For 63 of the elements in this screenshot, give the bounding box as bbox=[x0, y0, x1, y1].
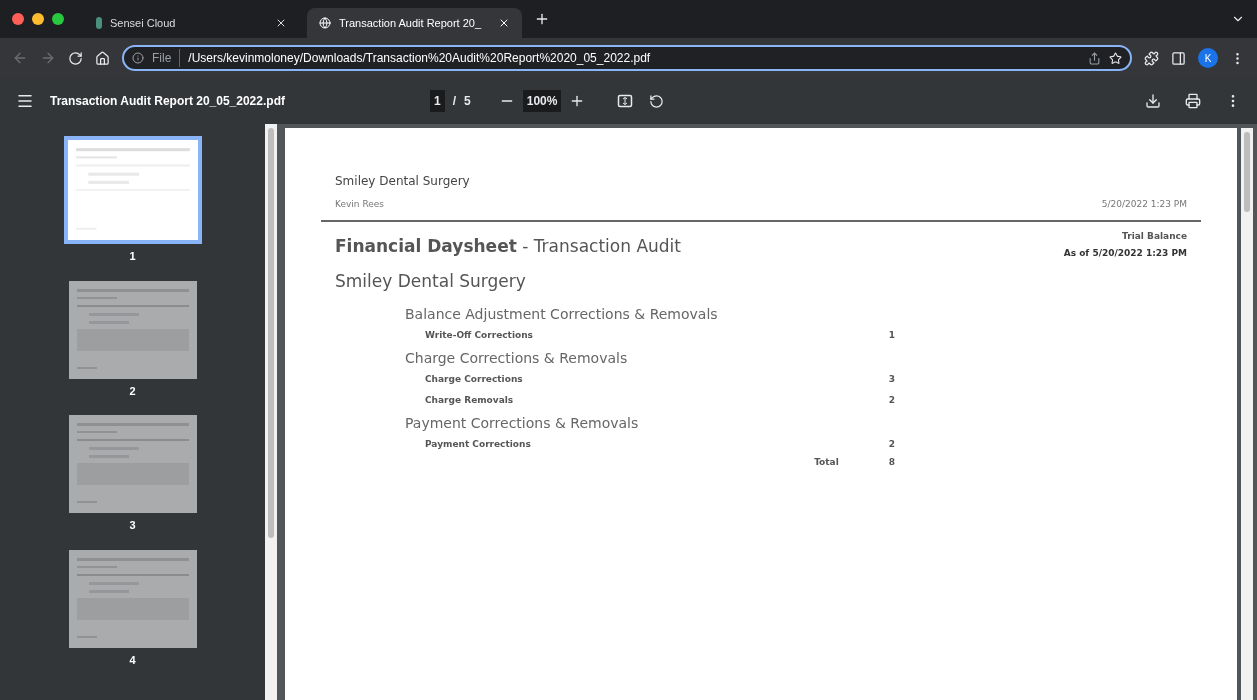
page-number: 3 bbox=[129, 518, 136, 533]
side-panel-icon[interactable] bbox=[1171, 50, 1186, 66]
fit-page-icon[interactable] bbox=[617, 93, 634, 109]
share-icon[interactable] bbox=[1088, 51, 1101, 65]
page-thumbnail[interactable] bbox=[68, 549, 197, 648]
rotate-icon[interactable] bbox=[649, 93, 665, 109]
page-input[interactable]: 1 bbox=[430, 90, 445, 112]
print-icon[interactable] bbox=[1185, 93, 1201, 109]
minimize-window-icon[interactable] bbox=[32, 13, 44, 25]
tab-title: Transaction Audit Report 20_ bbox=[339, 15, 483, 31]
close-icon[interactable] bbox=[275, 17, 287, 29]
line-count: 3 bbox=[888, 372, 895, 386]
as-of-date: As of 5/20/2022 1:23 PM bbox=[1063, 247, 1187, 260]
close-window-icon[interactable] bbox=[12, 13, 24, 25]
reload-icon[interactable] bbox=[68, 50, 83, 66]
line-label: Payment Corrections bbox=[425, 437, 531, 451]
bookmark-icon[interactable] bbox=[1109, 51, 1122, 65]
menu-icon[interactable] bbox=[16, 92, 34, 110]
line-label: Charge Removals bbox=[425, 393, 514, 407]
home-icon[interactable] bbox=[95, 50, 110, 66]
location-name: Smiley Dental Surgery bbox=[335, 269, 527, 293]
report-title: Financial Daysheet - Transaction Audit bbox=[335, 234, 681, 258]
new-tab-icon[interactable] bbox=[534, 11, 550, 27]
zoom-input[interactable]: 100% bbox=[522, 90, 562, 112]
print-date: 5/20/2022 1:23 PM bbox=[1101, 198, 1187, 211]
page-thumbnail[interactable] bbox=[63, 136, 202, 244]
page-number: 1 bbox=[129, 249, 136, 264]
line-label: Write-Off Corrections bbox=[425, 328, 533, 342]
line-count: 1 bbox=[888, 328, 895, 342]
scrollbar[interactable] bbox=[1241, 128, 1253, 700]
report-type: Trial Balance bbox=[1122, 229, 1187, 243]
practice-name: Smiley Dental Surgery bbox=[335, 173, 471, 190]
section-heading: Payment Corrections & Removals bbox=[405, 414, 640, 433]
page-thumbnail[interactable] bbox=[68, 415, 197, 513]
page-number: 2 bbox=[129, 383, 136, 399]
line-count: 2 bbox=[888, 393, 895, 407]
maximize-window-icon[interactable] bbox=[52, 13, 64, 25]
user-name: Kevin Rees bbox=[335, 198, 384, 211]
extensions-icon[interactable] bbox=[1144, 50, 1159, 66]
tab-title: Sensei Cloud bbox=[110, 15, 177, 31]
globe-icon bbox=[319, 17, 331, 29]
profile-avatar[interactable]: K bbox=[1198, 48, 1218, 68]
address-bar[interactable]: File /Users/kevinmoloney/Downloads/Transaction%20Audit%20Report%2020_05_2022.pdf bbox=[122, 45, 1132, 71]
scheme-label: File bbox=[152, 49, 181, 67]
line-label: Charge Corrections bbox=[425, 372, 523, 386]
section-heading: Charge Corrections & Removals bbox=[405, 349, 629, 368]
line-count: 2 bbox=[888, 437, 895, 451]
page-separator: / bbox=[452, 93, 457, 110]
page-count: 5 bbox=[464, 93, 471, 110]
page-number: 4 bbox=[129, 652, 136, 668]
section-heading: Balance Adjustment Corrections & Removals bbox=[405, 305, 719, 324]
info-icon bbox=[132, 52, 144, 64]
browser-tab[interactable]: Sensei Cloud bbox=[84, 8, 299, 38]
url-text: /Users/kevinmoloney/Downloads/Transaction%20Audit%20Report%2020_05_2022.pdf bbox=[188, 50, 652, 67]
scrollbar[interactable] bbox=[265, 124, 277, 700]
close-icon[interactable] bbox=[498, 17, 510, 29]
total-count: 8 bbox=[888, 456, 895, 470]
leaf-icon bbox=[96, 17, 102, 29]
total-label: Total bbox=[814, 456, 839, 470]
download-icon[interactable] bbox=[1145, 93, 1161, 109]
document-title: Transaction Audit Report 20_05_2022.pdf bbox=[50, 93, 286, 110]
browser-tab[interactable]: Transaction Audit Report 20_ bbox=[307, 8, 522, 38]
page-thumbnail[interactable] bbox=[68, 280, 197, 379]
